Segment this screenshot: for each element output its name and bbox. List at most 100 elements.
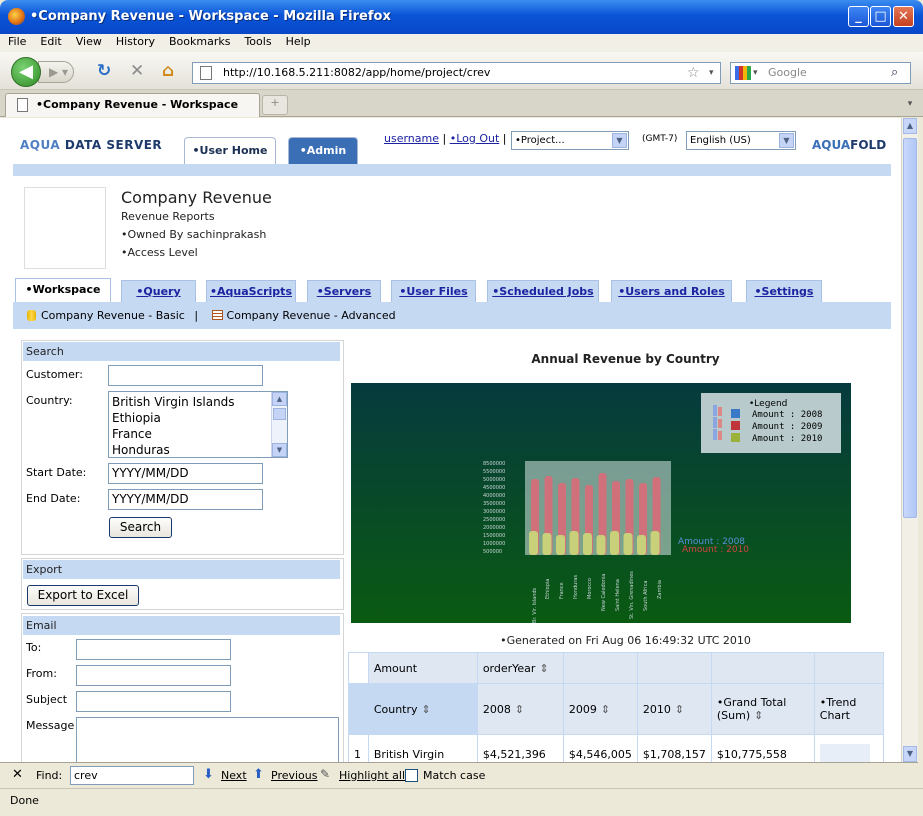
menu-help[interactable]: Help — [278, 34, 317, 48]
menu-history[interactable]: History — [108, 34, 161, 48]
tab-servers[interactable]: •Servers — [307, 280, 381, 302]
tab-settings[interactable]: •Settings — [746, 280, 822, 302]
export-to-excel-button[interactable]: Export to Excel — [27, 585, 139, 606]
menu-edit[interactable]: Edit — [32, 34, 67, 48]
bookmark-star-icon[interactable]: ☆ — [687, 63, 700, 83]
scroll-down-icon[interactable]: ▼ — [903, 746, 917, 762]
customer-input[interactable] — [108, 365, 263, 386]
find-input[interactable]: crev — [70, 766, 194, 785]
search-button[interactable]: Search — [109, 517, 172, 538]
start-date-input[interactable]: YYYY/MM/DD — [108, 463, 263, 484]
tab-admin[interactable]: •Admin — [288, 137, 358, 164]
menu-tools[interactable]: Tools — [236, 34, 277, 48]
menu-bookmarks[interactable]: Bookmarks — [161, 34, 236, 48]
message-textarea[interactable] — [76, 717, 339, 762]
url-bar[interactable]: http://10.168.5.211:8082/app/home/projec… — [192, 62, 721, 84]
find-label: Find: — [36, 769, 63, 782]
maximize-button[interactable]: □ — [870, 6, 891, 27]
end-date-label: End Date: — [26, 492, 81, 505]
year-2010-header[interactable]: 2010 ⇕ — [636, 683, 712, 735]
scroll-up-icon[interactable]: ▲ — [272, 392, 287, 406]
tab-scheduled-jobs[interactable]: •Scheduled Jobs — [487, 280, 599, 302]
close-find-icon[interactable]: ✕ — [12, 767, 23, 782]
scroll-up-icon[interactable]: ▲ — [903, 118, 917, 134]
order-year-header[interactable]: orderYear ⇕ — [476, 652, 564, 684]
list-item[interactable]: Ethiopia — [112, 410, 287, 426]
svg-text:5500000: 5500000 — [483, 469, 505, 475]
subject-input[interactable] — [76, 691, 231, 712]
listbox-scrollbar[interactable]: ▲ ▼ — [271, 392, 287, 457]
country-header[interactable]: Country ⇕ — [367, 683, 478, 735]
from-input[interactable] — [76, 665, 231, 686]
tab-aquascripts[interactable]: •AquaScripts — [206, 280, 296, 302]
row-trend-chart[interactable] — [813, 734, 885, 762]
subtab-advanced[interactable]: Company Revenue - Advanced — [227, 309, 396, 322]
legend-swatch-2010 — [731, 433, 740, 442]
arrow-up-icon[interactable]: ⬆ — [253, 767, 264, 782]
url-dropdown-icon[interactable]: ▾ — [709, 63, 714, 83]
tab-user-home[interactable]: •User Home — [184, 137, 276, 164]
project-select[interactable]: •Project... ▼ — [511, 131, 629, 150]
menu-file[interactable]: File — [0, 34, 32, 48]
trend-chart-header: •Trend Chart — [813, 683, 885, 735]
menu-view[interactable]: View — [68, 34, 108, 48]
email-header: Email — [23, 616, 340, 635]
row-number: 1 — [348, 734, 369, 762]
back-button[interactable]: ◀ — [11, 57, 41, 87]
subtab-basic[interactable]: Company Revenue - Basic — [41, 309, 185, 322]
grand-total-header[interactable]: •Grand Total (Sum) ⇕ — [710, 683, 815, 735]
search-bar[interactable]: ▾ Google ⌕ — [730, 62, 911, 84]
find-next-button[interactable]: Next — [221, 769, 247, 782]
end-date-input[interactable]: YYYY/MM/DD — [108, 489, 263, 510]
forward-button[interactable]: ▶ ▾ — [38, 61, 74, 83]
list-item[interactable]: British Virgin Islands — [112, 394, 287, 410]
svg-text:3000000: 3000000 — [483, 509, 505, 515]
match-case-checkbox[interactable] — [405, 769, 418, 782]
highlight-all-button[interactable]: Highlight all — [339, 769, 405, 782]
list-item[interactable]: Honduras — [112, 442, 287, 458]
country-listbox[interactable]: British Virgin Islands Ethiopia France H… — [108, 391, 288, 458]
to-input[interactable] — [76, 639, 231, 660]
home-icon[interactable]: ⌂ — [162, 61, 174, 81]
find-previous-button[interactable]: Previous — [271, 769, 318, 782]
bar-2010 — [637, 535, 646, 555]
language-select[interactable]: English (US) ▼ — [686, 131, 796, 150]
close-button[interactable]: ✕ — [893, 6, 914, 27]
year-2009-header[interactable]: 2009 ⇕ — [562, 683, 638, 735]
aquafold-logo: AQUAFOLD — [812, 138, 887, 152]
tab-list-icon[interactable]: ▾ — [901, 94, 919, 114]
highlighter-icon: ✎ — [320, 767, 331, 781]
tab-workspace[interactable]: •Workspace — [15, 278, 111, 302]
timezone-label: (GMT-7) — [642, 134, 678, 144]
new-tab-button[interactable]: + — [262, 95, 288, 115]
scroll-down-icon[interactable]: ▼ — [272, 443, 287, 457]
list-item[interactable]: France — [112, 426, 287, 442]
logout-link[interactable]: •Log Out — [450, 132, 500, 145]
tab-user-files[interactable]: •User Files — [391, 280, 476, 302]
minimize-button[interactable]: _ — [848, 6, 869, 27]
year-2008-header[interactable]: 2008 ⇕ — [476, 683, 564, 735]
svg-text:France: France — [559, 582, 565, 599]
stop-icon[interactable]: ✕ — [130, 61, 144, 81]
revenue-chart[interactable]: 8500000 5500000 5000000 4500000 4000000 3500… — [351, 383, 851, 623]
search-magnifier-icon[interactable]: ⌕ — [891, 63, 898, 83]
arrow-down-icon[interactable]: ⬇ — [203, 767, 214, 782]
svg-text:2000000: 2000000 — [483, 525, 505, 531]
page-scrollbar[interactable]: ▲ ▼ — [901, 118, 918, 762]
browser-tab[interactable]: •Company Revenue - Workspace — [5, 93, 260, 117]
row-2010: $1,708,157 — [636, 734, 712, 762]
reload-icon[interactable]: ↻ — [97, 61, 111, 81]
page-scroll-thumb[interactable] — [903, 138, 917, 518]
username-link[interactable]: username — [384, 132, 439, 145]
chevron-down-icon: ▼ — [612, 133, 627, 148]
legend-item-2010: Amount : 2010 — [752, 434, 822, 444]
chevron-down-icon: ▼ — [779, 133, 794, 148]
scroll-thumb[interactable] — [273, 408, 286, 420]
engine-dropdown-icon[interactable]: ▾ — [753, 63, 758, 83]
bar-2010 — [650, 531, 660, 555]
tab-query[interactable]: •Query — [121, 280, 196, 302]
start-date-label: Start Date: — [26, 466, 87, 479]
tab-users-and-roles[interactable]: •Users and Roles — [611, 280, 732, 302]
to-label: To: — [26, 641, 42, 654]
svg-text:3500000: 3500000 — [483, 501, 505, 507]
